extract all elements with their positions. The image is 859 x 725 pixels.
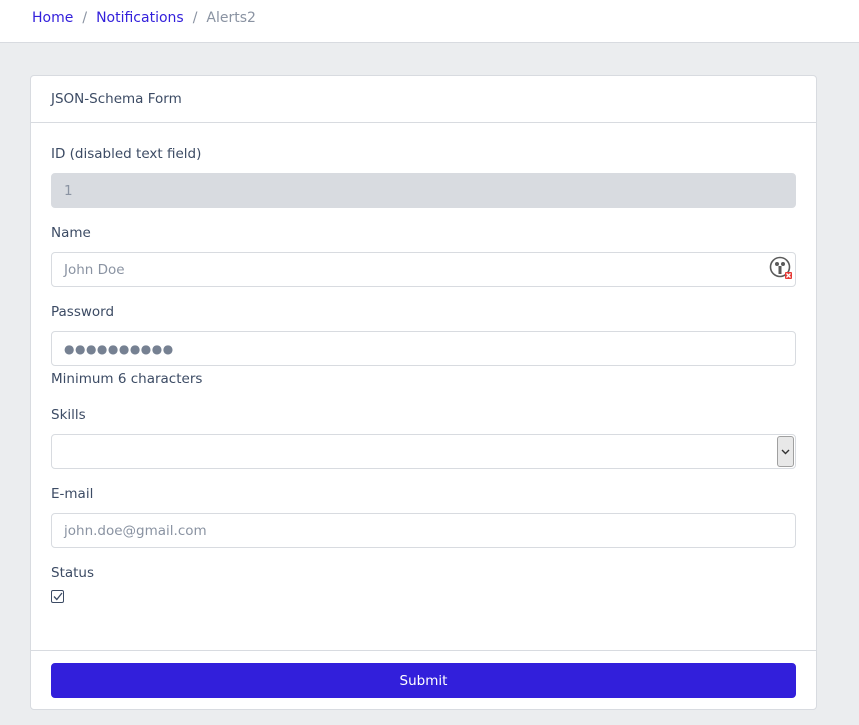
email-group: E-mail john.doe@gmail.com xyxy=(51,485,796,548)
card-footer: Submit xyxy=(31,650,816,710)
password-group: Password ●●●●●●●●●● Minimum 6 characters xyxy=(51,303,796,388)
chevron-down-icon[interactable] xyxy=(777,436,794,467)
password-manager-icon[interactable] xyxy=(769,256,793,280)
skills-label: Skills xyxy=(51,407,86,423)
email-placeholder: john.doe@gmail.com xyxy=(64,522,207,539)
breadcrumb-separator: / xyxy=(82,10,88,26)
password-value: ●●●●●●●●●● xyxy=(64,341,174,356)
name-group: Name John Doe xyxy=(51,224,796,287)
skills-select[interactable] xyxy=(51,434,796,469)
breadcrumb-home-link[interactable]: Home xyxy=(32,10,73,26)
card-body: ID (disabled text field) 1 Name John Doe xyxy=(31,123,816,650)
email-label: E-mail xyxy=(51,486,94,502)
email-field[interactable]: john.doe@gmail.com xyxy=(51,513,796,548)
check-icon xyxy=(53,592,63,601)
status-checkbox[interactable] xyxy=(51,590,64,603)
name-placeholder: John Doe xyxy=(64,261,125,278)
card-header: JSON-Schema Form xyxy=(31,76,816,123)
password-help-text: Minimum 6 characters xyxy=(51,371,203,387)
id-group: ID (disabled text field) 1 xyxy=(51,145,796,208)
name-label: Name xyxy=(51,225,91,241)
breadcrumb-notifications-link[interactable]: Notifications xyxy=(96,10,184,26)
status-group: Status xyxy=(51,564,796,603)
form-card: JSON-Schema Form ID (disabled text field… xyxy=(30,75,817,710)
breadcrumb-separator: / xyxy=(192,10,198,26)
id-value: 1 xyxy=(64,182,73,199)
status-label: Status xyxy=(51,565,95,581)
card-title: JSON-Schema Form xyxy=(51,91,182,107)
password-field[interactable]: ●●●●●●●●●● xyxy=(51,331,796,366)
skills-group: Skills xyxy=(51,406,796,469)
breadcrumb: Home / Notifications / Alerts2 xyxy=(0,0,859,43)
submit-button[interactable]: Submit xyxy=(51,663,796,698)
breadcrumb-current: Alerts2 xyxy=(206,10,256,26)
id-label: ID (disabled text field) xyxy=(51,146,202,162)
id-field: 1 xyxy=(51,173,796,208)
name-field[interactable]: John Doe xyxy=(51,252,796,287)
password-label: Password xyxy=(51,304,115,320)
